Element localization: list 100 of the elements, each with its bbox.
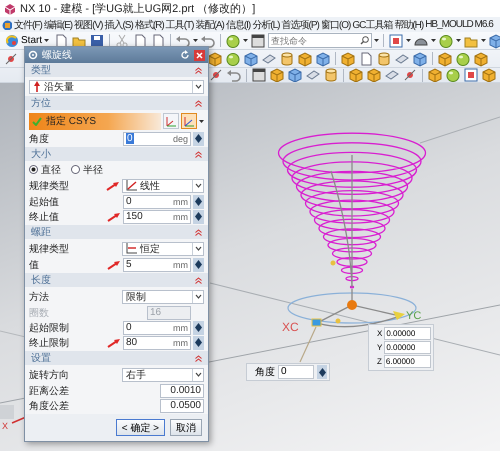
- sphere-icon[interactable]: [225, 50, 241, 66]
- search-icon[interactable]: [360, 36, 370, 45]
- caret-icon[interactable]: [374, 39, 380, 42]
- search-field[interactable]: 查找命令: [268, 33, 372, 48]
- spinner-button[interactable]: [193, 132, 204, 146]
- dropdown-field[interactable]: 恒定: [122, 242, 204, 256]
- section-header[interactable]: 方位: [25, 96, 208, 110]
- caret-icon[interactable]: [44, 39, 50, 42]
- menu-item[interactable]: 帮助(H): [394, 18, 424, 32]
- menu-item[interactable]: 信息(I): [226, 18, 250, 32]
- spinner-button[interactable]: [193, 194, 204, 208]
- number-field[interactable]: 0.0500: [160, 398, 204, 412]
- dropdown-field[interactable]: 限制: [122, 290, 204, 304]
- menu-item[interactable]: 文件(F): [14, 18, 42, 32]
- cube-icon[interactable]: [297, 50, 313, 66]
- cube-icon[interactable]: [315, 50, 331, 66]
- reset-icon[interactable]: [180, 50, 190, 60]
- caret-icon[interactable]: [406, 39, 412, 42]
- number-field[interactable]: 0 mm: [123, 194, 191, 208]
- sphere-icon[interactable]: [455, 50, 471, 66]
- csys-selector[interactable]: 指定 CSYS: [29, 112, 161, 130]
- sphere-icon[interactable]: [445, 68, 461, 82]
- menu-item[interactable]: HB_MOULD M6.6: [425, 19, 493, 30]
- menu-item[interactable]: 编辑(E): [44, 18, 72, 32]
- caret-icon[interactable]: [481, 39, 486, 42]
- menu-item[interactable]: 窗口(O): [320, 18, 350, 32]
- window-icon[interactable]: [250, 32, 266, 48]
- section-header[interactable]: 长度: [25, 273, 208, 287]
- spinner-button[interactable]: [193, 210, 204, 224]
- dropdown-field[interactable]: 线性: [122, 178, 204, 192]
- cube-icon[interactable]: [366, 68, 382, 82]
- cube-icon[interactable]: [473, 50, 489, 66]
- close-button[interactable]: [194, 50, 205, 60]
- radio-button[interactable]: 直径: [29, 162, 61, 176]
- sphere-icon[interactable]: [438, 32, 454, 48]
- save-icon[interactable]: [89, 32, 106, 48]
- cube-icon[interactable]: [412, 50, 428, 66]
- axes-icon[interactable]: [163, 113, 179, 129]
- spinner-button[interactable]: [193, 320, 204, 334]
- spinner-button[interactable]: [193, 258, 204, 272]
- point-icon[interactable]: [402, 68, 418, 82]
- number-field[interactable]: 0.0010: [160, 384, 204, 398]
- caret-icon[interactable]: [199, 120, 204, 122]
- cube-icon[interactable]: [427, 68, 443, 82]
- collapse-icon[interactable]: [195, 276, 202, 284]
- number-field[interactable]: 5 mm: [123, 258, 191, 272]
- dropdown-field[interactable]: 沿矢量: [29, 80, 204, 94]
- section-header[interactable]: 设置: [25, 351, 208, 365]
- coordinate-field[interactable]: 6.00000: [384, 355, 431, 368]
- cube-icon[interactable]: [340, 50, 356, 66]
- collapse-icon[interactable]: [195, 150, 202, 158]
- scissors-icon[interactable]: [114, 32, 130, 48]
- cube-icon[interactable]: [437, 50, 453, 66]
- number-field[interactable]: 0 mm: [123, 320, 191, 334]
- cube-icon[interactable]: [348, 68, 364, 82]
- menu-item[interactable]: 工具(T): [166, 18, 194, 32]
- spinner-button[interactable]: [193, 336, 204, 350]
- section-header[interactable]: 大小: [25, 147, 208, 161]
- number-field[interactable]: 80 mm: [123, 336, 191, 350]
- menu-item[interactable]: 首选项(P): [282, 18, 319, 32]
- ok-button[interactable]: < 确定 >: [116, 419, 165, 436]
- cube-icon[interactable]: [488, 32, 500, 48]
- coordinate-field[interactable]: 0.00000: [384, 327, 431, 340]
- point-icon[interactable]: [208, 68, 224, 82]
- dropdown-field[interactable]: 右手: [122, 368, 204, 382]
- caret-icon[interactable]: [456, 39, 462, 42]
- menu-item[interactable]: 视图(V): [74, 18, 102, 32]
- settings-icon[interactable]: [28, 50, 38, 60]
- cylinder-icon[interactable]: [376, 50, 392, 66]
- menu-item[interactable]: 插入(S): [104, 18, 133, 32]
- cube-icon[interactable]: [269, 68, 285, 82]
- caret-icon[interactable]: [243, 39, 248, 42]
- collapse-icon[interactable]: [195, 100, 202, 106]
- menu-item[interactable]: 装配(A): [195, 18, 224, 32]
- undo-icon[interactable]: [226, 68, 242, 82]
- cylinder-icon[interactable]: [279, 50, 295, 66]
- collapse-icon[interactable]: [195, 354, 202, 362]
- collapse-icon[interactable]: [195, 228, 202, 236]
- fit-view-icon[interactable]: [388, 32, 404, 48]
- window-icon[interactable]: [251, 68, 267, 82]
- cube-icon[interactable]: [207, 50, 223, 66]
- menu-item[interactable]: 格式(R): [134, 18, 164, 32]
- coordinate-field[interactable]: 0.00000: [384, 341, 431, 354]
- caret-icon[interactable]: [193, 39, 198, 42]
- sphere-icon[interactable]: [225, 32, 242, 48]
- cylinder-icon[interactable]: [323, 68, 339, 82]
- cancel-button[interactable]: 取消: [170, 419, 202, 436]
- angle-field[interactable]: 0: [278, 365, 314, 379]
- fit-view-icon[interactable]: [463, 68, 479, 82]
- section-header[interactable]: 类型: [25, 63, 208, 77]
- number-field[interactable]: 0 deg: [123, 132, 191, 146]
- menu-item[interactable]: GC工具箱: [352, 18, 392, 32]
- number-field[interactable]: 150 mm: [123, 210, 191, 224]
- caret-icon[interactable]: [431, 39, 436, 42]
- section-header[interactable]: 螺距: [25, 225, 208, 239]
- spinner-button[interactable]: [317, 365, 327, 379]
- cube-icon[interactable]: [481, 68, 497, 82]
- point-icon[interactable]: [3, 50, 19, 66]
- axes-icon[interactable]: [181, 113, 197, 129]
- collapse-icon[interactable]: [195, 66, 202, 74]
